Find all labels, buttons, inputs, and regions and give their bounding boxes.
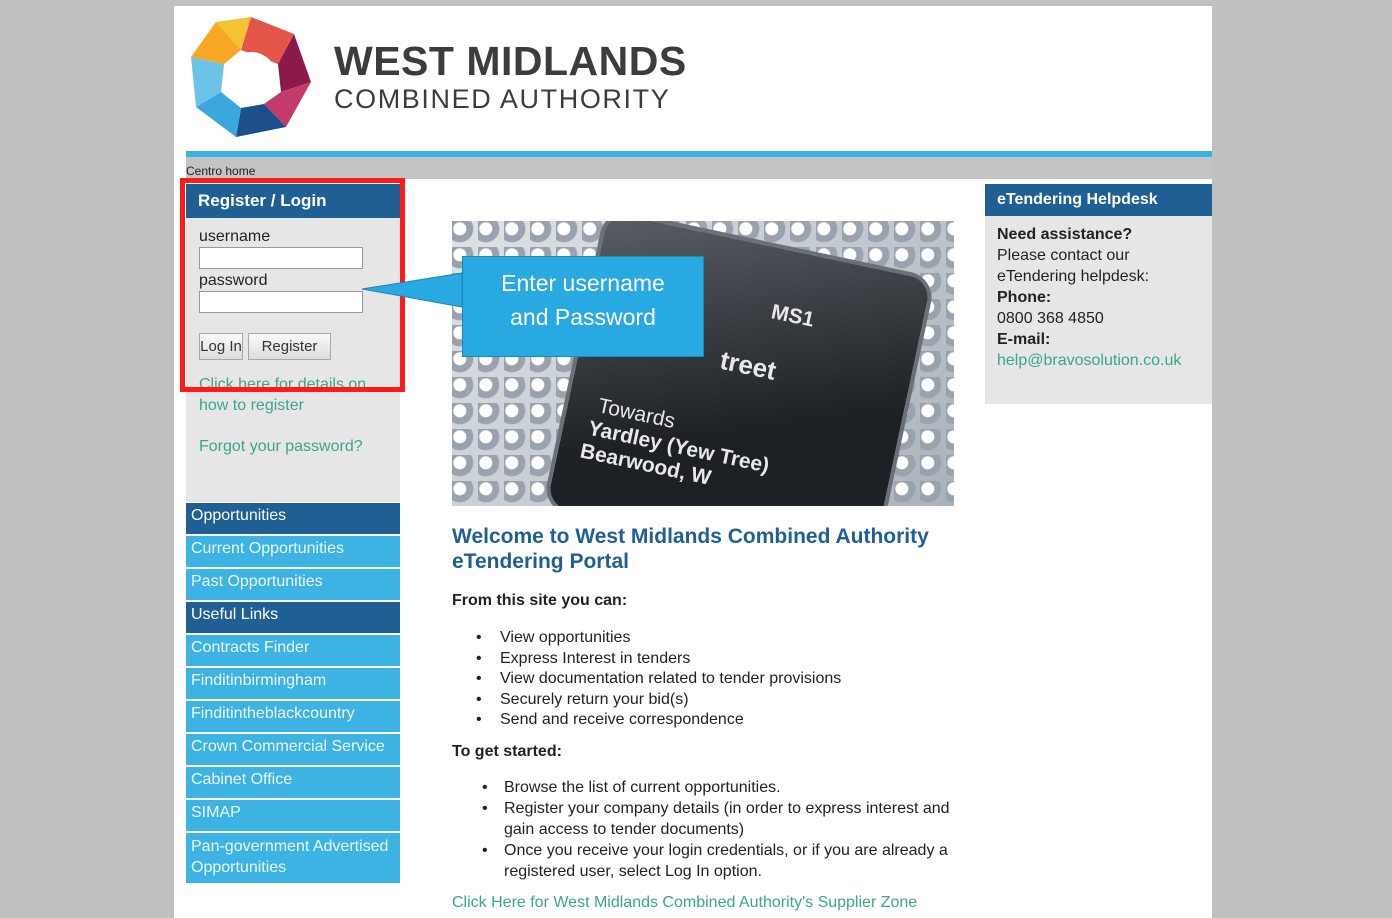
nav-heading-opportunities: Opportunities — [186, 503, 400, 534]
nav-item-finditinbirmingham[interactable]: Finditinbirmingham — [186, 668, 400, 699]
page-container: WEST MIDLANDS COMBINED AUTHORITY Centro … — [174, 6, 1212, 918]
nav-item-finditintheblackcountry[interactable]: Finditintheblackcountry — [186, 701, 400, 732]
helpdesk-need: Need assistance? — [997, 226, 1133, 243]
hero-text-ms1: MS1 — [769, 300, 817, 332]
helpdesk-email-label: E-mail: — [997, 331, 1051, 348]
list-item: Express Interest in tenders — [474, 649, 841, 670]
step-1: Browse the list of current opportunities… — [482, 777, 968, 798]
nav-item-cabinet-office[interactable]: Cabinet Office — [186, 767, 400, 798]
helpdesk-panel: eTendering Helpdesk Need assistance? Ple… — [985, 184, 1212, 404]
welcome-heading: Welcome to West Midlands Combined Author… — [452, 524, 952, 574]
forgot-password-link[interactable]: Forgot your password? — [199, 436, 400, 457]
nav-item-past-opportunities[interactable]: Past Opportunities — [186, 569, 400, 600]
step-3: Once you receive your login credentials,… — [482, 840, 968, 882]
helpdesk-heading: eTendering Helpdesk — [985, 184, 1212, 216]
breadcrumb-link[interactable]: Centro home — [186, 164, 255, 178]
helpdesk-contact: Please contact our eTendering helpdesk: — [997, 247, 1150, 285]
list-item: View opportunities — [474, 628, 841, 649]
sidebar-nav: Opportunities Current Opportunities Past… — [186, 503, 400, 885]
helpdesk-email-link[interactable]: help@bravosolution.co.uk — [997, 350, 1200, 371]
features-list: View opportunities Express Interest in t… — [474, 628, 841, 731]
nav-item-crown-commercial[interactable]: Crown Commercial Service — [186, 734, 400, 765]
logo-subtitle: COMBINED AUTHORITY — [334, 84, 671, 114]
callout-line2: and Password — [510, 304, 656, 330]
get-started-steps: Browse the list of current opportunities… — [478, 777, 968, 882]
welcome-title-line1: Welcome to West Midlands Combined Author… — [452, 525, 929, 548]
callout-pointer — [361, 272, 463, 308]
annotation-callout: Enter username and Password — [462, 256, 704, 357]
helpdesk-phone: 0800 368 4850 — [997, 310, 1104, 327]
hero-text-street: treet — [717, 344, 779, 386]
nav-item-pan-government[interactable]: Pan-government Advertised Opportunities — [186, 833, 400, 883]
wmca-logo — [191, 17, 311, 137]
callout-line1: Enter username — [501, 270, 665, 296]
breadcrumb-bar — [186, 157, 1212, 179]
get-started-heading: To get started: — [452, 743, 562, 760]
nav-item-contracts-finder[interactable]: Contracts Finder — [186, 635, 400, 666]
list-item: Send and receive correspondence — [474, 710, 841, 731]
helpdesk-phone-label: Phone: — [997, 289, 1052, 306]
welcome-title-line2: eTendering Portal — [452, 550, 629, 573]
list-item: Securely return your bid(s) — [474, 690, 841, 711]
nav-item-simap[interactable]: SIMAP — [186, 800, 400, 831]
supplier-zone-link[interactable]: Click Here for West Midlands Combined Au… — [452, 894, 917, 912]
list-item: View documentation related to tender pro… — [474, 669, 841, 690]
logo-title: WEST MIDLANDS — [334, 38, 687, 84]
nav-item-current-opportunities[interactable]: Current Opportunities — [186, 536, 400, 567]
step-2: Register your company details (in order … — [482, 798, 968, 840]
nav-heading-useful-links: Useful Links — [186, 602, 400, 633]
from-site-heading: From this site you can: — [452, 592, 628, 609]
